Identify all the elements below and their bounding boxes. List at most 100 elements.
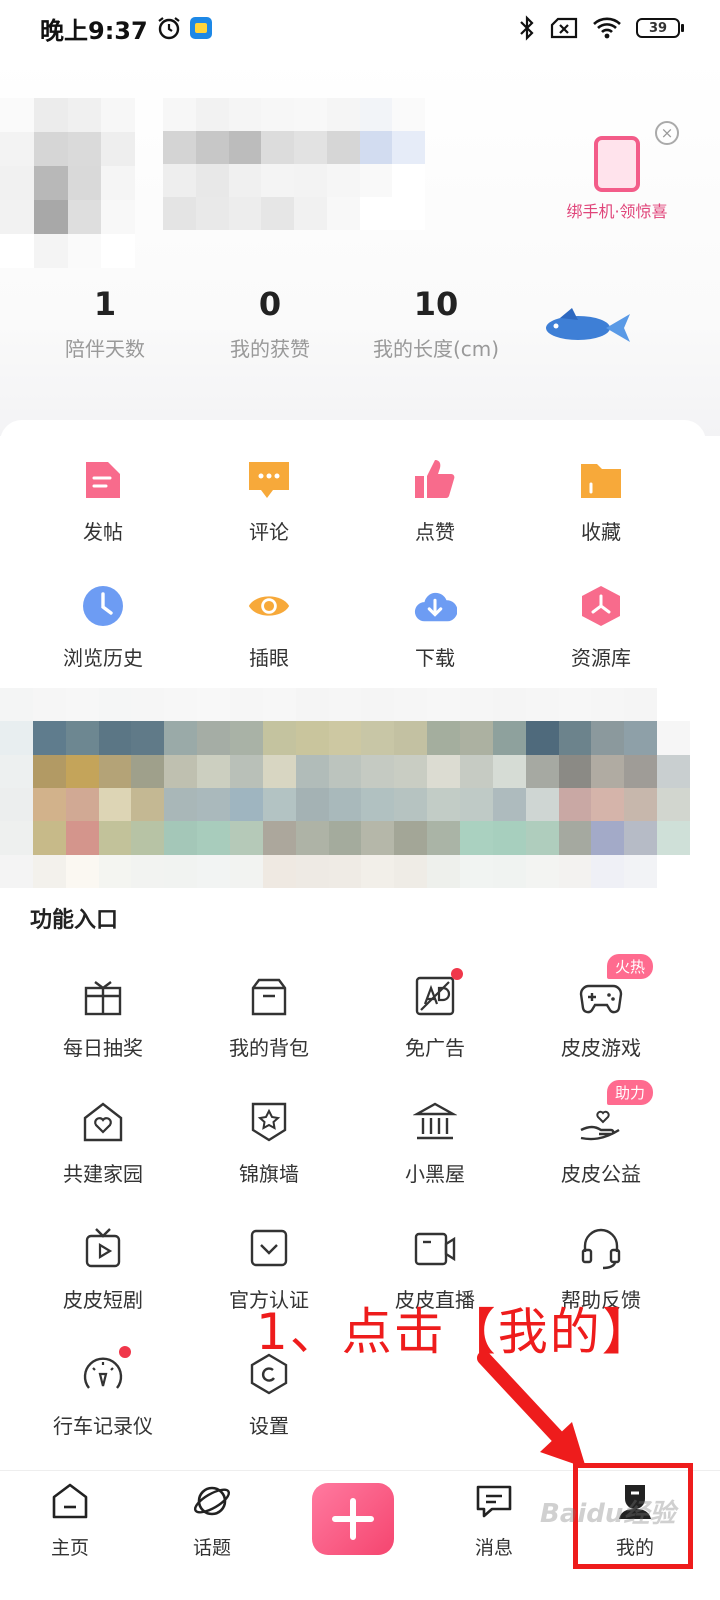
quick-action-history[interactable]: 浏览历史 xyxy=(20,584,186,671)
feature-label: 皮皮公益 xyxy=(561,1162,641,1186)
quick-action-label: 收藏 xyxy=(581,520,621,544)
profile-stats: 1 陪伴天数 0 我的获赞 10 我的长度(cm) xyxy=(0,285,540,375)
history-clock-icon xyxy=(81,584,125,628)
post-icon xyxy=(81,458,125,502)
boost-badge: 助力 xyxy=(607,1080,654,1105)
nav-messages[interactable]: 消息 xyxy=(444,1481,544,1560)
battery-icon: 39 xyxy=(636,18,684,38)
quick-action-label: 点赞 xyxy=(415,520,455,544)
home-icon xyxy=(52,1483,88,1519)
wifi-icon xyxy=(593,17,621,39)
fish-mascot-icon xyxy=(546,308,630,342)
status-right: 39 xyxy=(518,15,684,41)
create-post-button[interactable] xyxy=(312,1483,394,1555)
gamepad-icon: 火热 xyxy=(579,954,654,1018)
quick-action-label: 插眼 xyxy=(249,646,289,670)
speedometer-icon xyxy=(81,1346,131,1396)
quick-action-label: 发帖 xyxy=(83,520,123,544)
hot-badge: 火热 xyxy=(607,954,654,979)
feature-dashcam[interactable]: 行车记录仪 xyxy=(20,1346,186,1439)
feature-label: 设置 xyxy=(249,1414,289,1438)
quick-action-comment[interactable]: 评论 xyxy=(186,458,352,545)
quick-action-label: 评论 xyxy=(249,520,289,544)
stat-length[interactable]: 10 我的长度(cm) xyxy=(356,285,516,362)
verified-check-icon xyxy=(247,1226,291,1270)
app-notification-icon xyxy=(189,17,212,39)
close-icon[interactable]: × xyxy=(655,121,679,145)
feature-backpack[interactable]: 我的背包 xyxy=(186,974,352,1061)
quick-action-like[interactable]: 点赞 xyxy=(352,458,518,545)
video-camera-icon xyxy=(413,1226,457,1270)
watermark: Baidu经验 xyxy=(540,1499,676,1529)
feature-label: 小黑屋 xyxy=(405,1162,465,1186)
plus-icon xyxy=(332,1498,374,1540)
home-heart-icon xyxy=(81,1100,125,1144)
promo-banner[interactable] xyxy=(0,688,690,888)
feature-pipi-charity[interactable]: 助力 皮皮公益 xyxy=(518,1080,684,1187)
feature-settings[interactable]: 设置 xyxy=(186,1352,352,1439)
quick-action-label: 浏览历史 xyxy=(63,646,143,670)
feature-label: 免广告 xyxy=(405,1036,465,1060)
nav-label: 主页 xyxy=(50,1537,89,1559)
feature-black-room[interactable]: 小黑屋 xyxy=(352,1100,518,1187)
bind-phone-label: 绑手机·领惊喜 xyxy=(566,202,668,221)
download-cloud-icon xyxy=(413,584,457,628)
tv-play-icon xyxy=(81,1226,125,1270)
quick-action-download[interactable]: 下载 xyxy=(352,584,518,671)
stat-days[interactable]: 1 陪伴天数 xyxy=(25,285,185,362)
username xyxy=(163,98,425,230)
phone-illustration-icon xyxy=(594,136,640,192)
notification-dot xyxy=(451,968,463,980)
status-time: 晚上9:37 xyxy=(40,16,148,45)
quick-action-label: 下载 xyxy=(415,646,455,670)
planet-icon xyxy=(193,1486,231,1516)
resource-hexagon-icon xyxy=(579,584,623,628)
favorite-folder-icon xyxy=(579,458,623,502)
annotation-arrow-icon xyxy=(477,1351,586,1468)
gift-icon xyxy=(81,974,125,1018)
stat-value: 0 xyxy=(258,285,282,323)
sim-icon xyxy=(550,17,578,39)
message-icon xyxy=(476,1485,512,1518)
nav-label: 消息 xyxy=(474,1537,513,1559)
quick-action-eye[interactable]: 插眼 xyxy=(186,584,352,671)
nav-home[interactable]: 主页 xyxy=(20,1481,120,1560)
bank-building-icon xyxy=(413,1100,457,1144)
feature-banner-wall[interactable]: 锦旗墙 xyxy=(186,1100,352,1187)
stat-label: 陪伴天数 xyxy=(65,337,145,361)
like-icon xyxy=(413,458,457,502)
quick-action-label: 资源库 xyxy=(571,646,631,670)
quick-action-favorite[interactable]: 收藏 xyxy=(518,458,684,545)
quick-action-resource[interactable]: 资源库 xyxy=(518,584,684,671)
feature-label: 每日抽奖 xyxy=(63,1036,143,1060)
stat-label: 我的长度(cm) xyxy=(372,337,500,361)
charity-hand-icon: 助力 xyxy=(579,1080,654,1144)
battery-level: 39 xyxy=(648,20,668,36)
avatar[interactable] xyxy=(0,98,135,268)
status-left: 晚上9:37 xyxy=(40,11,212,46)
feature-build-home[interactable]: 共建家园 xyxy=(20,1100,186,1187)
feature-daily-lottery[interactable]: 每日抽奖 xyxy=(20,974,186,1061)
bluetooth-icon xyxy=(520,15,534,41)
feature-label: 皮皮短剧 xyxy=(63,1288,143,1312)
quick-action-post[interactable]: 发帖 xyxy=(20,458,186,545)
notification-dot xyxy=(119,1346,131,1358)
feature-pipi-games[interactable]: 火热 皮皮游戏 xyxy=(518,954,684,1061)
backpack-box-icon xyxy=(247,974,291,1018)
stat-label: 我的获赞 xyxy=(230,337,310,361)
feature-no-ads[interactable]: 免广告 xyxy=(352,968,518,1061)
bottom-nav: 主页 话题 消息 我的 Baidu经验 xyxy=(0,1463,720,1600)
alarm-icon xyxy=(158,17,180,40)
feature-short-drama[interactable]: 皮皮短剧 xyxy=(20,1226,186,1313)
headset-icon xyxy=(579,1226,623,1270)
features-title: 功能入口 xyxy=(30,908,119,933)
stat-likes[interactable]: 0 我的获赞 xyxy=(190,285,350,362)
stat-value: 1 xyxy=(93,285,117,323)
no-ads-icon xyxy=(413,968,463,1018)
nav-topics[interactable]: 话题 xyxy=(162,1481,262,1560)
feature-label: 我的背包 xyxy=(229,1036,309,1060)
eye-icon xyxy=(247,584,291,628)
nav-label: 话题 xyxy=(192,1537,231,1559)
status-bar: 晚上9:37 39 xyxy=(0,0,720,56)
comment-icon xyxy=(247,458,291,502)
